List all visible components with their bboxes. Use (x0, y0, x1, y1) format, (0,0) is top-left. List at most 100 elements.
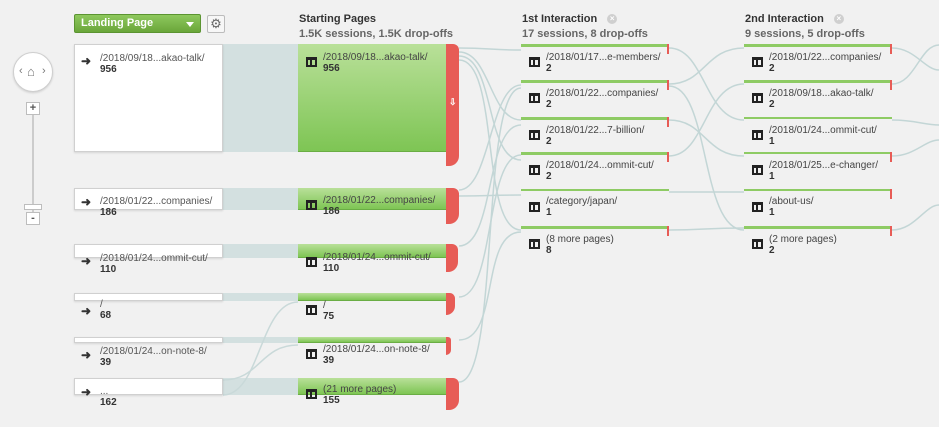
page-icon (306, 200, 317, 210)
column-header-starting-pages: Starting Pages 1.5K sessions, 1.5K drop-… (299, 13, 453, 40)
second-interaction-node[interactable]: /2018/01/25...e-changer/ 1 (744, 152, 892, 184)
page-node-count: 956 (323, 63, 340, 74)
chevron-down-icon (186, 22, 194, 27)
page-node-count: 186 (323, 206, 340, 217)
home-icon[interactable]: ⌂ (27, 64, 35, 79)
zoom-out-button[interactable]: - (26, 212, 40, 225)
dropoff-marker (667, 80, 669, 90)
starting-page-node[interactable]: /2018/09/18...akao-talk/ 956 (298, 44, 446, 152)
starting-page-node[interactable]: (21 more pages) 155 (298, 378, 446, 406)
page-node-label: /2018/01/22...companies/ (769, 52, 882, 63)
first-interaction-node[interactable]: /category/japan/ 1 (521, 189, 669, 221)
entry-arrow-icon: ➜ (81, 348, 92, 362)
flow-curve (458, 194, 522, 197)
starting-page-node[interactable]: / 75 (298, 293, 446, 322)
dimension-label: Landing Page (81, 17, 154, 29)
landing-node-label: /2018/01/24...on-note-8/ (100, 346, 207, 357)
page-icon (529, 202, 540, 212)
pan-left-icon[interactable]: ‹ (19, 65, 23, 77)
dropoff-bar[interactable]: ⇩ (446, 44, 459, 166)
pan-control: ‹ ⌂ › (13, 52, 53, 92)
page-icon (529, 130, 540, 140)
flow-curve (668, 47, 745, 85)
zoom-in-button[interactable]: + (26, 102, 40, 115)
page-icon (306, 349, 317, 359)
second-interaction-node[interactable]: (2 more pages) 2 (744, 226, 892, 258)
page-node-count: 2 (769, 63, 775, 74)
close-icon[interactable]: × (833, 14, 844, 24)
flow-band (223, 337, 298, 343)
landing-node[interactable]: ➜ /2018/09/18...akao-talk/ 956 (74, 44, 223, 152)
page-node-label: /about-us/ (769, 196, 814, 207)
page-node-count: 1 (769, 207, 775, 218)
page-node-label: / (323, 300, 326, 311)
landing-node-count: 39 (100, 357, 112, 368)
landing-node[interactable]: ➜ ... 162 (74, 378, 223, 408)
starting-page-node[interactable]: /2018/01/24...on-note-8/ 39 (298, 337, 446, 366)
flow-curve (668, 119, 745, 157)
starting-page-node[interactable]: /2018/01/22...companies/ 186 (298, 188, 446, 217)
page-node-count: 155 (323, 395, 340, 406)
pan-right-icon[interactable]: › (42, 65, 46, 77)
column-subtitle: 9 sessions, 5 drop-offs (745, 28, 865, 40)
landing-node[interactable]: ➜ / 68 (74, 293, 223, 321)
first-interaction-node[interactable]: /2018/01/22...7-billion/ 2 (521, 117, 669, 149)
settings-button[interactable]: ⚙ (207, 15, 225, 33)
flow-curve (891, 139, 939, 157)
page-node-label: /2018/01/24...ommit-cut/ (323, 252, 431, 263)
node-volume-bar (744, 44, 892, 47)
page-node-count: 2 (546, 171, 552, 182)
zoom-slider-handle[interactable] (24, 204, 42, 210)
gear-icon: ⚙ (210, 16, 222, 31)
page-icon (752, 57, 763, 67)
landing-node[interactable]: ➜ /2018/01/22...companies/ 186 (74, 188, 223, 218)
node-volume-bar (744, 152, 892, 154)
dropoff-bar[interactable] (446, 188, 459, 224)
zoom-slider-track[interactable] (32, 112, 34, 212)
flow-curve (891, 204, 939, 231)
landing-node-count: 162 (100, 397, 117, 408)
column-subtitle: 17 sessions, 8 drop-offs (522, 28, 648, 40)
landing-node[interactable]: ➜ /2018/01/24...on-note-8/ 39 (74, 337, 223, 368)
page-node-label: /2018/01/24...on-note-8/ (323, 344, 430, 355)
node-volume-bar (521, 44, 669, 47)
second-interaction-node[interactable]: /2018/01/22...companies/ 2 (744, 44, 892, 76)
flow-curve (668, 85, 745, 231)
page-icon (752, 93, 763, 103)
page-node-label: (2 more pages) (769, 234, 837, 245)
second-interaction-node[interactable]: /2018/01/24...ommit-cut/ 1 (744, 117, 892, 149)
first-interaction-node[interactable]: (8 more pages) 8 (521, 226, 669, 258)
first-interaction-node[interactable]: /2018/01/17...e-members/ 2 (521, 44, 669, 76)
page-icon (529, 165, 540, 175)
close-icon[interactable]: × (607, 14, 618, 24)
landing-node-label: /2018/01/22...companies/ (100, 196, 213, 207)
page-node-count: 8 (546, 245, 552, 256)
page-icon (306, 305, 317, 315)
page-node-count: 2 (769, 99, 775, 110)
page-node-label: /2018/01/22...companies/ (323, 195, 436, 206)
entry-arrow-icon: ➜ (81, 385, 92, 399)
column-subtitle: 1.5K sessions, 1.5K drop-offs (299, 28, 454, 40)
first-interaction-node[interactable]: /2018/01/24...ommit-cut/ 2 (521, 152, 669, 184)
second-interaction-node[interactable]: /about-us/ 1 (744, 189, 892, 221)
landing-node-count: 186 (100, 207, 117, 218)
flow-curve (222, 344, 299, 381)
flow-band (223, 44, 298, 152)
landing-node-label: /2018/09/18...akao-talk/ (100, 53, 205, 64)
page-node-label: /category/japan/ (546, 196, 618, 207)
dimension-dropdown[interactable]: Landing Page (74, 14, 201, 33)
dropoff-bar[interactable] (446, 337, 451, 355)
dropoff-marker (890, 152, 892, 162)
page-node-count: 2 (546, 99, 552, 110)
page-node-count: 1 (546, 207, 552, 218)
flow-band (223, 293, 298, 301)
second-interaction-node[interactable]: /2018/09/18...akao-talk/ 2 (744, 80, 892, 112)
first-interaction-node[interactable]: /2018/01/22...companies/ 2 (521, 80, 669, 112)
dropoff-bar[interactable] (446, 378, 459, 410)
landing-node[interactable]: ➜ /2018/01/24...ommit-cut/ 110 (74, 244, 223, 275)
page-node-label: /2018/01/22...companies/ (546, 88, 659, 99)
page-icon (306, 57, 317, 67)
entry-arrow-icon: ➜ (81, 54, 92, 68)
starting-page-node[interactable]: /2018/01/24...ommit-cut/ 110 (298, 244, 446, 274)
dropoff-marker (890, 189, 892, 199)
